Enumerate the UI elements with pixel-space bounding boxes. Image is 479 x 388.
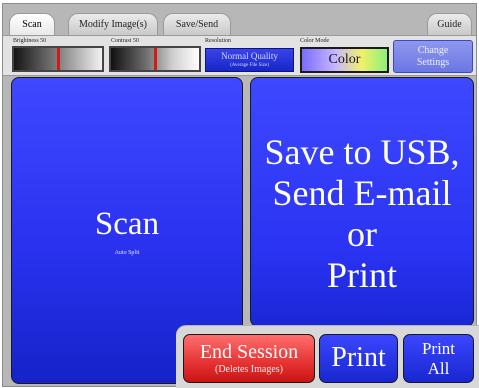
tab-modify-images[interactable]: Modify Image(s) <box>68 13 158 35</box>
contrast-slider-handle[interactable] <box>154 48 157 70</box>
save-send-print-button[interactable]: Save to USB, Send E-mail or Print <box>250 77 474 327</box>
brightness-slider-handle[interactable] <box>57 48 60 70</box>
save-send-print-label: Save to USB, Send E-mail or Print <box>264 132 460 295</box>
tab-guide[interactable]: Guide <box>427 13 472 35</box>
color-mode-button[interactable]: Color <box>300 47 389 73</box>
resolution-sub: (Average File Size) <box>230 63 269 68</box>
scan-label: Scan <box>94 206 160 242</box>
resolution-value: Normal Quality <box>221 51 278 61</box>
color-mode-label: Color Mode <box>300 38 330 44</box>
end-session-sub-label: (Deletes Images) <box>214 364 284 375</box>
change-settings-button[interactable]: Change Settings <box>393 40 473 73</box>
end-session-button[interactable]: End Session (Deletes Images) <box>183 334 315 383</box>
print-all-button[interactable]: Print All <box>403 334 474 383</box>
resolution-label: Resolution <box>205 38 232 44</box>
print-all-label: Print All <box>421 339 456 378</box>
tab-save-send[interactable]: Save/Send <box>163 13 231 35</box>
brightness-label: Brightness 50 <box>13 38 47 44</box>
contrast-slider[interactable] <box>109 46 201 72</box>
contrast-label: Contrast 50 <box>111 38 139 44</box>
tab-scan[interactable]: Scan <box>9 13 55 35</box>
print-button[interactable]: Print <box>319 334 398 383</box>
brightness-slider[interactable] <box>12 46 104 72</box>
print-label: Print <box>331 342 386 373</box>
scan-sub-label: Auto Split <box>114 250 140 256</box>
resolution-selector[interactable]: Normal Quality (Average File Size) <box>205 48 294 72</box>
end-session-label: End Session <box>199 341 299 363</box>
